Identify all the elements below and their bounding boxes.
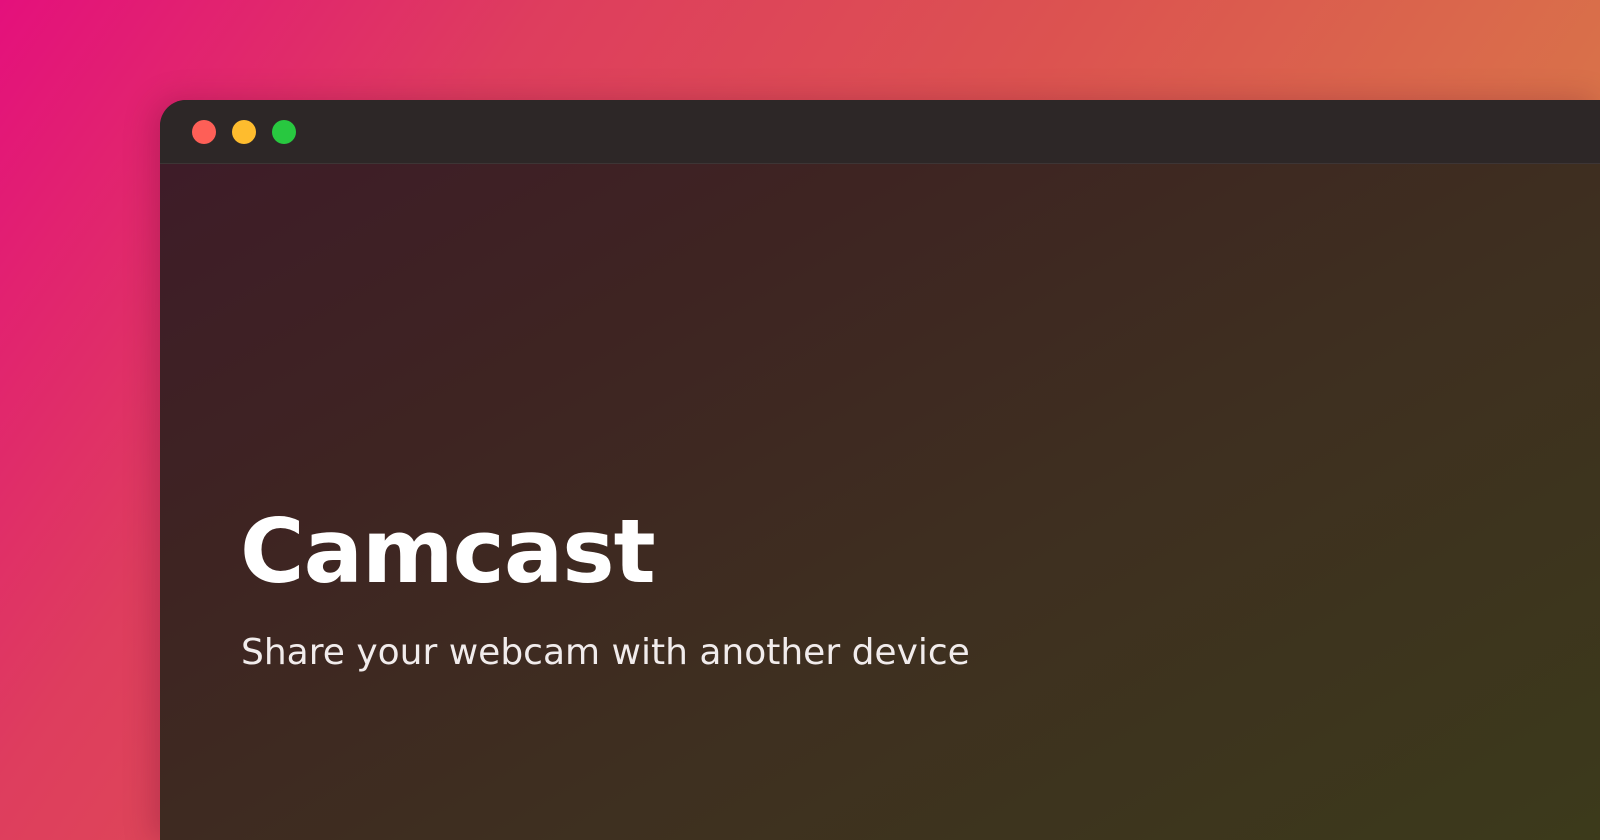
app-title: Camcast — [240, 500, 656, 603]
minimize-window-button[interactable] — [232, 120, 256, 144]
app-tagline: Share your webcam with another device — [241, 632, 970, 673]
app-window: Camcast Share your webcam with another d… — [160, 100, 1600, 840]
window-content: Camcast Share your webcam with another d… — [160, 164, 1600, 840]
window-titlebar[interactable] — [160, 100, 1600, 164]
close-window-button[interactable] — [192, 120, 216, 144]
maximize-window-button[interactable] — [272, 120, 296, 144]
